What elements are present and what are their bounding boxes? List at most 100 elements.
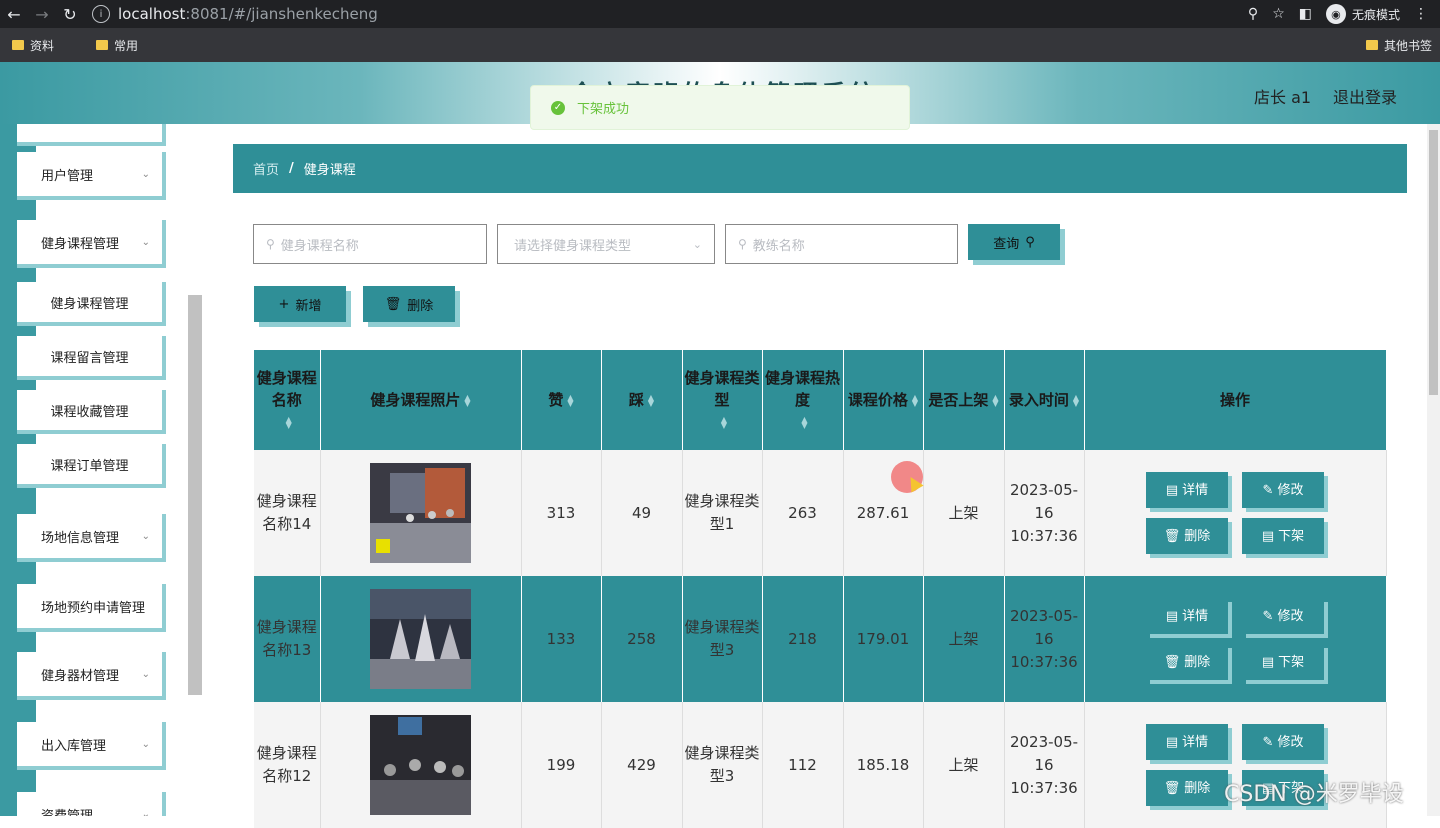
sidebar-item-courses[interactable]: 健身课程管理 ⌄	[17, 220, 166, 268]
col-header-time[interactable]: 录入时间 ▲ ▼	[1004, 350, 1085, 450]
sidebar-item-users[interactable]: 用户管理 ⌄	[17, 152, 166, 200]
breadcrumb-current: 健身课程	[303, 163, 356, 178]
sidebar-sub-course-manage[interactable]: 健身课程管理	[17, 282, 166, 326]
chevron-down-icon: ⌄	[141, 168, 150, 180]
coach-name-input[interactable]: ⚲ 教练名称	[725, 224, 958, 264]
cell-price: 179.01	[843, 576, 924, 702]
col-header-status[interactable]: 是否上架 ▲ ▼	[923, 350, 1005, 450]
sort-icon[interactable]: ▲ ▼	[992, 393, 998, 407]
course-photo[interactable]	[370, 589, 471, 689]
query-button[interactable]: 查询 ⚲	[968, 224, 1060, 260]
chevron-down-icon: ⌄	[141, 530, 150, 542]
offshelf-button[interactable]: ▤ 下架	[1242, 644, 1324, 680]
menu-icon[interactable]: ⋮	[1414, 6, 1428, 22]
sort-icon[interactable]: ▲ ▼	[912, 393, 918, 407]
search-icon: ⚲	[266, 237, 275, 251]
delete-button[interactable]: 🗑 删除	[1146, 644, 1228, 680]
cell-type: 健身课程类型3	[682, 576, 763, 702]
logout-link[interactable]: 退出登录	[1333, 84, 1397, 108]
document-icon: ▤	[1165, 734, 1179, 750]
detail-button[interactable]: ▤ 详情	[1146, 598, 1228, 634]
main-scrollbar-thumb[interactable]	[1429, 130, 1438, 395]
col-header-name[interactable]: 健身课程名称 ▲ ▼	[254, 350, 321, 450]
star-icon[interactable]: ☆	[1272, 6, 1285, 22]
course-name-input[interactable]: ⚲ 健身课程名称	[253, 224, 487, 264]
cell-dislike: 258	[601, 576, 683, 702]
delete-button[interactable]: 🗑 删除	[1146, 518, 1228, 554]
pencil-icon: ✎	[1262, 608, 1274, 624]
col-header-type[interactable]: 健身课程类型 ▲ ▼	[682, 350, 763, 450]
chevron-down-icon: ⌄	[692, 237, 702, 251]
col-header-photo[interactable]: 健身课程照片 ▲ ▼	[320, 350, 522, 450]
col-header-dislike[interactable]: 踩 ▲ ▼	[601, 350, 683, 450]
sidebar-item-top[interactable]	[17, 124, 166, 146]
document-icon: ▤	[1165, 482, 1179, 498]
sidebar-item-equipment[interactable]: 健身器材管理 ⌄	[17, 652, 166, 700]
cell-actions: ▤ 详情 ✎ 修改 🗑 删除 ▤ 下架	[1084, 702, 1387, 828]
cell-name: 健身课程名称13	[254, 576, 321, 702]
col-header-like[interactable]: 赞 ▲ ▼	[521, 350, 602, 450]
key-icon[interactable]: ⚲	[1248, 6, 1258, 22]
bookmark-folder-other[interactable]: 其他书签	[1365, 37, 1432, 54]
cell-name: 健身课程名称14	[254, 450, 321, 576]
edit-button[interactable]: ✎ 修改	[1242, 472, 1324, 508]
cell-heat: 218	[762, 576, 844, 702]
cell-dislike: 49	[601, 450, 683, 576]
batch-delete-button[interactable]: 🗑 删除	[363, 286, 455, 322]
col-header-heat[interactable]: 健身课程热度 ▲ ▼	[762, 350, 844, 450]
course-photo[interactable]	[370, 463, 471, 563]
col-header-price[interactable]: 课程价格 ▲ ▼	[843, 350, 924, 450]
edit-button[interactable]: ✎ 修改	[1242, 598, 1324, 634]
folder-icon	[12, 40, 24, 50]
detail-button[interactable]: ▤ 详情	[1146, 724, 1228, 760]
sort-icon[interactable]: ▲ ▼	[648, 393, 654, 407]
cell-actions: ▤ 详情 ✎ 修改 🗑 删除 ▤ 下架	[1084, 576, 1387, 702]
table-row: 健身课程名称14 313 49 健身课程类型1 263 287.61 上架 20…	[254, 450, 1387, 576]
sort-icon[interactable]: ▲ ▼	[721, 415, 727, 429]
table-header-row: 健身课程名称 ▲ ▼ 健身课程照片 ▲ ▼ 赞 ▲ ▼ 踩 ▲ ▼ 健身课程类型 ▲ ▼ 健身课程热…	[254, 350, 1387, 450]
col-header-actions: 操作	[1084, 350, 1387, 450]
edit-button[interactable]: ✎ 修改	[1242, 724, 1324, 760]
course-type-select[interactable]: 请选择健身课程类型 ⌄	[497, 224, 715, 264]
sort-icon[interactable]: ▲ ▼	[1073, 393, 1079, 407]
course-photo[interactable]	[370, 715, 471, 815]
success-toast: ✓ 下架成功	[530, 85, 910, 130]
back-icon[interactable]: ←	[0, 0, 28, 28]
sidepanel-icon[interactable]: ◧	[1299, 6, 1312, 22]
sidebar-item-fees[interactable]: 资费管理 ⌄	[17, 792, 166, 816]
detail-button[interactable]: ▤ 详情	[1146, 472, 1228, 508]
cell-photo	[320, 576, 522, 702]
sidebar-item-inventory[interactable]: 出入库管理 ⌄	[17, 722, 166, 770]
plus-icon: +	[278, 296, 290, 312]
cell-time: 2023-05-16 10:37:36	[1004, 576, 1085, 702]
bookmark-folder-1[interactable]: 资料	[12, 37, 54, 54]
folder-icon	[1365, 40, 1378, 50]
cell-status: 上架	[923, 450, 1005, 576]
cell-like: 133	[521, 576, 602, 702]
sidebar: 用户管理 ⌄ 健身课程管理 ⌄ 健身课程管理 课程留言管理 课程收藏管理 课程订单管…	[0, 124, 205, 816]
sort-icon[interactable]: ▲ ▼	[286, 415, 292, 429]
breadcrumb-home[interactable]: 首页	[253, 159, 279, 178]
address-bar[interactable]: i localhost:8081/#/jianshenkecheng	[92, 0, 1172, 28]
sidebar-sub-course-favorites[interactable]: 课程收藏管理	[17, 390, 166, 434]
url-text[interactable]: localhost:8081/#/jianshenkecheng	[118, 5, 378, 23]
info-icon[interactable]: i	[92, 5, 110, 23]
bookmark-folder-2[interactable]: 常用	[96, 37, 138, 54]
sidebar-scrollbar[interactable]	[188, 295, 202, 695]
reload-icon[interactable]: ↻	[56, 0, 84, 28]
forward-icon[interactable]: →	[28, 0, 56, 28]
add-button[interactable]: + 新增	[254, 286, 346, 322]
sort-icon[interactable]: ▲ ▼	[567, 393, 573, 407]
cell-like: 313	[521, 450, 602, 576]
delete-button[interactable]: 🗑 删除	[1146, 770, 1228, 806]
incognito-indicator[interactable]: ◉ 无痕模式	[1325, 4, 1400, 24]
offshelf-button[interactable]: ▤ 下架	[1242, 518, 1324, 554]
sidebar-item-venues[interactable]: 场地信息管理 ⌄	[17, 514, 166, 562]
sort-icon[interactable]: ▲ ▼	[464, 393, 470, 407]
cell-like: 199	[521, 702, 602, 828]
sidebar-sub-course-orders[interactable]: 课程订单管理	[17, 444, 166, 488]
cell-dislike: 429	[601, 702, 683, 828]
sidebar-item-venue-booking[interactable]: 场地预约申请管理	[17, 584, 166, 632]
sort-icon[interactable]: ▲ ▼	[801, 415, 807, 429]
sidebar-sub-course-comments[interactable]: 课程留言管理	[17, 336, 166, 380]
